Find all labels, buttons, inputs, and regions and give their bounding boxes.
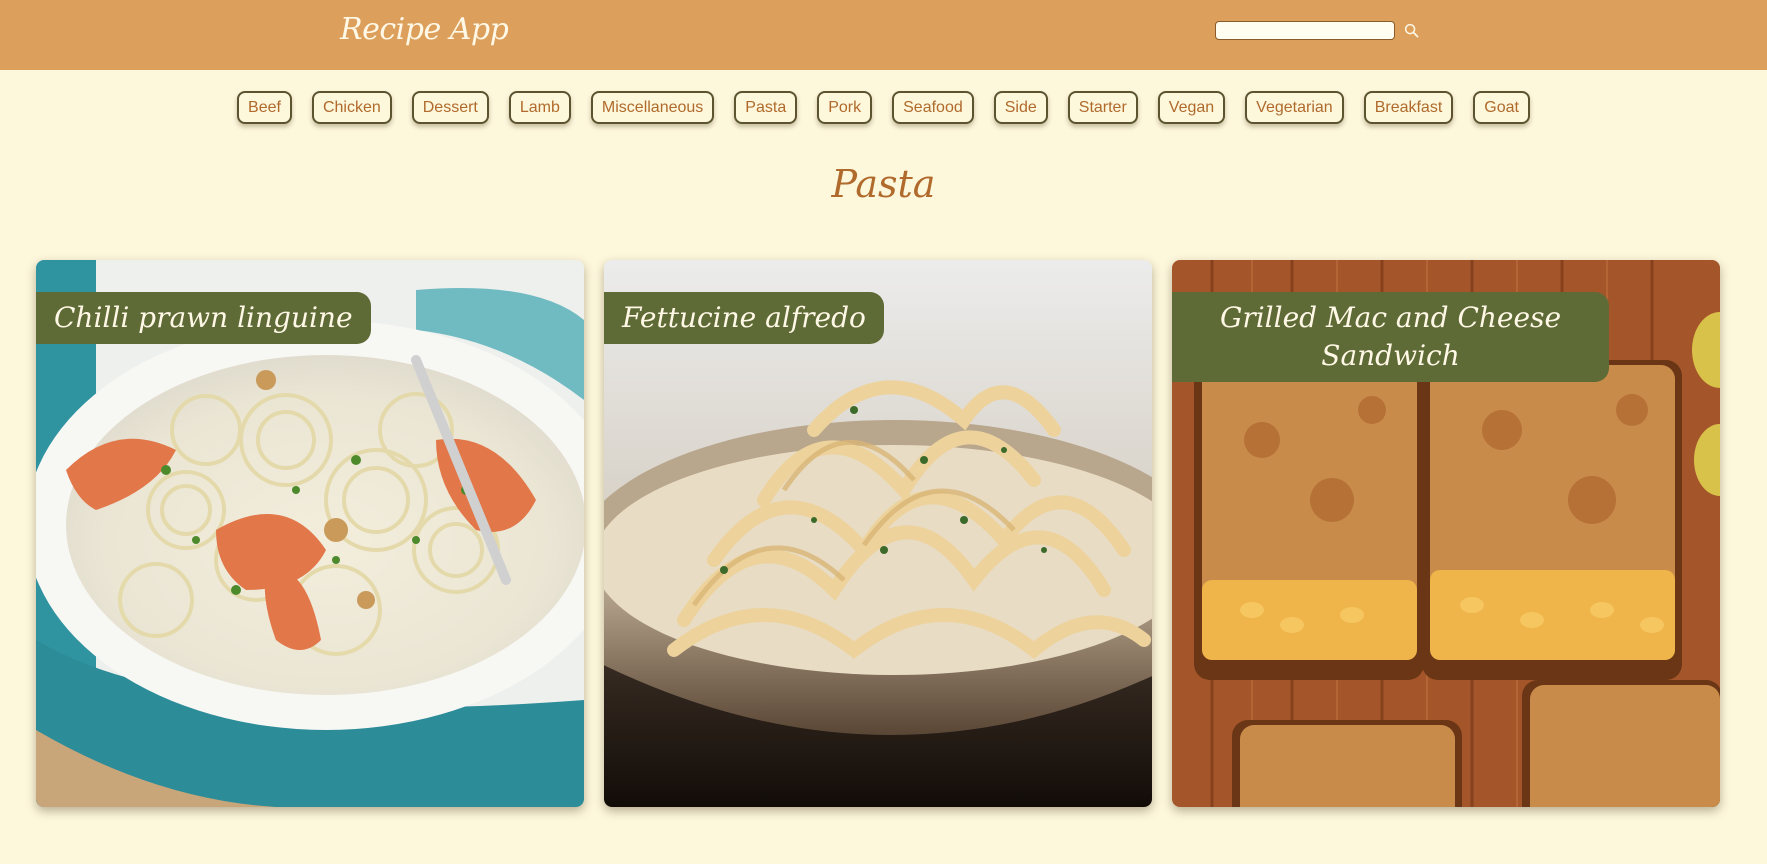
section-title: Pasta	[831, 162, 936, 206]
category-nav: Beef Chicken Dessert Lamb Miscellaneous …	[0, 91, 1767, 124]
category-button-breakfast[interactable]: Breakfast	[1363, 91, 1454, 124]
category-button-pasta[interactable]: Pasta	[734, 91, 798, 124]
category-button-starter[interactable]: Starter	[1067, 91, 1138, 124]
meal-card[interactable]: Fettucine alfredo	[604, 260, 1152, 807]
meal-title: Chilli prawn linguine	[36, 292, 371, 344]
app-header: Recipe App	[0, 0, 1767, 70]
category-button-vegan[interactable]: Vegan	[1157, 91, 1226, 124]
category-button-vegetarian[interactable]: Vegetarian	[1245, 91, 1344, 124]
category-button-goat[interactable]: Goat	[1473, 91, 1530, 124]
category-button-miscellaneous[interactable]: Miscellaneous	[590, 91, 715, 124]
app-title: Recipe App	[340, 12, 509, 47]
category-button-dessert[interactable]: Dessert	[411, 91, 489, 124]
search-bar	[1215, 20, 1421, 40]
category-button-pork[interactable]: Pork	[817, 91, 873, 124]
search-icon	[1404, 23, 1418, 37]
meal-card[interactable]: Grilled Mac and Cheese Sandwich	[1172, 260, 1720, 807]
category-button-chicken[interactable]: Chicken	[311, 91, 392, 124]
meal-grid: Chilli prawn linguine Fettucine alfredo …	[36, 260, 1720, 807]
meal-title: Grilled Mac and Cheese Sandwich	[1172, 292, 1609, 382]
category-button-side[interactable]: Side	[993, 91, 1048, 124]
meal-card[interactable]: Chilli prawn linguine	[36, 260, 584, 807]
category-button-beef[interactable]: Beef	[237, 91, 292, 124]
category-button-lamb[interactable]: Lamb	[508, 91, 571, 124]
category-button-seafood[interactable]: Seafood	[892, 91, 974, 124]
meal-title: Fettucine alfredo	[604, 292, 884, 344]
search-button[interactable]	[1401, 20, 1421, 40]
search-input[interactable]	[1215, 20, 1395, 40]
